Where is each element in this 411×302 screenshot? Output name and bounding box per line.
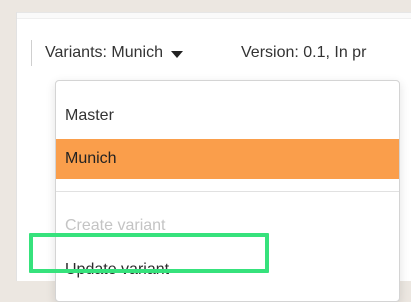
menu-item-label: Munich — [65, 150, 117, 167]
panel-top-border — [17, 12, 411, 19]
toolbar: Variants: Munich Version: 0.1, In pr — [17, 22, 411, 84]
menu-item-master[interactable]: Master — [56, 97, 399, 134]
version-label: Version: 0.1, In pr — [241, 44, 367, 61]
menu-item-label: Create variant — [65, 216, 166, 234]
editor-panel: Variants: Munich Version: 0.1, In pr Mas… — [16, 12, 411, 302]
menu-divider — [56, 191, 399, 192]
menu-item-munich[interactable]: Munich — [56, 139, 399, 179]
menu-item-create-variant: Create variant — [56, 207, 399, 244]
menu-item-update-variant[interactable]: Update variant — [56, 251, 399, 288]
variants-dropdown[interactable]: Variants: Munich — [45, 38, 183, 68]
caret-down-icon — [170, 50, 183, 58]
menu-item-label: Update variant — [65, 260, 170, 278]
menu-item-label: Master — [65, 106, 114, 124]
variants-menu: Master Munich Create variant Update vari… — [55, 80, 400, 302]
toolbar-separator — [31, 40, 32, 66]
variants-dropdown-label: Variants: Munich — [45, 44, 163, 61]
